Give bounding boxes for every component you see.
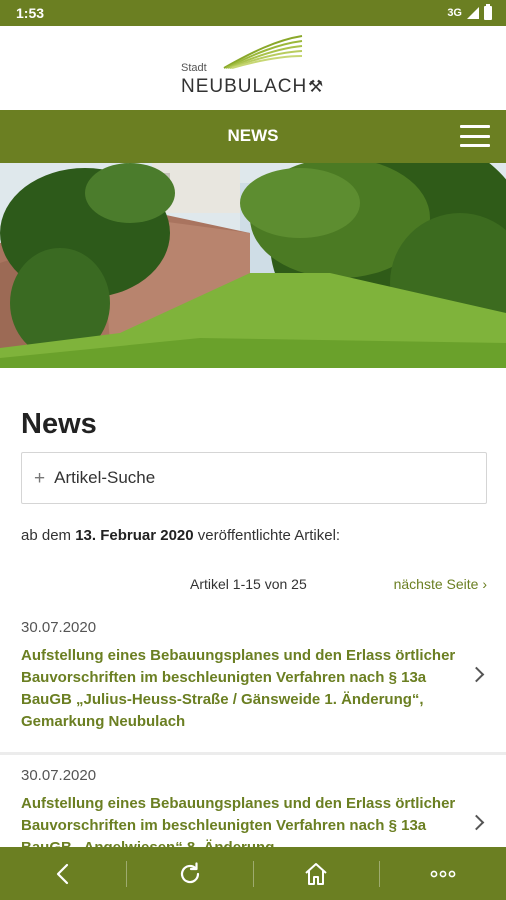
back-button[interactable] [0, 847, 126, 900]
battery-icon [484, 4, 492, 20]
reload-icon [180, 861, 199, 883]
logo-header[interactable]: Stadt NEUBULACH ⚒ [0, 26, 506, 110]
list-item[interactable]: 30.07.2020 Aufstellung eines Bebauungspl… [0, 767, 506, 847]
article-title[interactable]: Aufstellung eines Bebauungsplanes und de… [21, 645, 461, 733]
status-time: 1:53 [16, 5, 45, 21]
since-text: ab dem 13. Februar 2020 veröffentlichte … [21, 527, 341, 544]
article-date: 30.07.2020 [21, 767, 97, 784]
hero-image [0, 163, 506, 368]
more-icon [430, 870, 456, 877]
chevron-right-icon[interactable] [468, 814, 485, 831]
signal-icon [467, 7, 479, 19]
hammer-pick-icon: ⚒ [308, 77, 324, 96]
next-page-link[interactable]: nächste Seite › [394, 576, 487, 592]
status-bar: 1:53 3G [0, 0, 506, 26]
article-title[interactable]: Aufstellung eines Bebauungsplanes und de… [21, 793, 461, 847]
bottom-toolbar [0, 847, 506, 900]
article-search-toggle[interactable]: + Artikel-Suche [21, 452, 487, 504]
list-item[interactable]: 30.07.2020 Aufstellung eines Bebauungspl… [0, 619, 506, 737]
logo-swoosh-icon [223, 35, 303, 69]
home-button[interactable] [254, 847, 380, 900]
reload-button[interactable] [127, 847, 253, 900]
article-date: 30.07.2020 [21, 619, 97, 636]
logo-stadt: Stadt [181, 62, 207, 74]
pager-count: Artikel 1-15 von 25 [190, 576, 307, 592]
page-title: News [21, 408, 97, 440]
plus-icon: + [34, 467, 46, 489]
nav-bar: NEWS [0, 110, 506, 163]
network-type: 3G [447, 7, 462, 19]
article-search-label: Artikel-Suche [54, 468, 156, 487]
nav-title: NEWS [227, 126, 279, 145]
since-date: 13. Februar 2020 [75, 527, 194, 544]
logo-city-name: NEUBULACH [181, 76, 308, 97]
divider [0, 752, 506, 755]
back-icon [56, 863, 68, 884]
chevron-right-icon[interactable] [468, 666, 485, 683]
home-icon [305, 862, 328, 885]
menu-icon[interactable] [460, 125, 490, 147]
more-button[interactable] [380, 847, 506, 900]
